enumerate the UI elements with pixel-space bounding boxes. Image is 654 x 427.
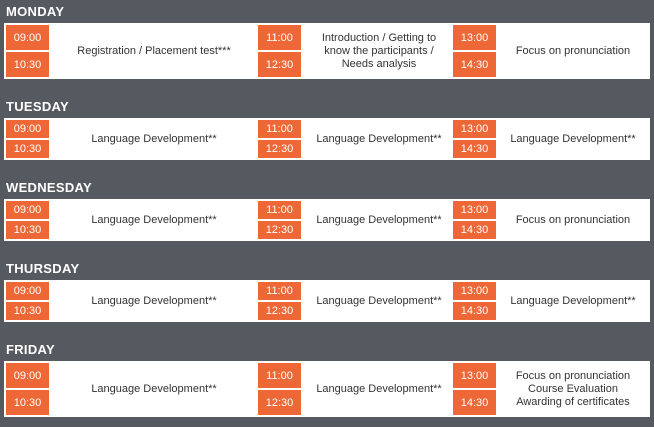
session-activity: Focus on pronunciation xyxy=(515,44,631,57)
session-time-block: 13:00 14:30 xyxy=(453,120,496,158)
session-activity: Focus on pronunciation Course Evaluation… xyxy=(515,369,631,408)
session-activity: Focus on pronunciation xyxy=(515,213,631,226)
session-start-time: 11:00 xyxy=(258,201,301,219)
session-end-time: 10:30 xyxy=(6,140,49,158)
session-start-time: 09:00 xyxy=(6,25,49,50)
session-start-time: 11:00 xyxy=(258,25,301,50)
session-end-time: 14:30 xyxy=(453,390,496,415)
session-activity: Language Development** xyxy=(316,132,442,145)
day-row-monday: 09:00 10:30 Registration / Placement test*… xyxy=(4,23,650,79)
day-title-friday: FRIDAY xyxy=(6,342,55,357)
session-start-time: 09:00 xyxy=(6,120,49,138)
session-activity: Language Development** xyxy=(510,132,636,145)
session-time-block: 13:00 14:30 xyxy=(453,363,496,415)
day-row-wednesday: 09:00 10:30 Language Development** 11:00 12:… xyxy=(4,199,650,241)
session-start-time: 13:00 xyxy=(453,201,496,219)
session-start-time: 13:00 xyxy=(453,363,496,388)
session-end-time: 14:30 xyxy=(453,302,496,320)
session-activity: Language Development** xyxy=(91,213,217,226)
session-end-time: 12:30 xyxy=(258,302,301,320)
weekly-schedule: MONDAY 09:00 10:30 Registration / Placement… xyxy=(0,0,654,427)
session-start-time: 09:00 xyxy=(6,201,49,219)
session-time-block: 11:00 12:30 xyxy=(258,120,301,158)
session-start-time: 11:00 xyxy=(258,282,301,300)
session-start-time: 09:00 xyxy=(6,363,49,388)
session-time-block: 09:00 10:30 xyxy=(6,363,49,415)
session-activity: Language Development** xyxy=(316,294,442,307)
session-end-time: 10:30 xyxy=(6,221,49,239)
session-start-time: 11:00 xyxy=(258,120,301,138)
session-activity: Registration / Placement test*** xyxy=(77,44,231,57)
session-time-block: 11:00 12:30 xyxy=(258,282,301,320)
session-end-time: 14:30 xyxy=(453,140,496,158)
session-start-time: 09:00 xyxy=(6,282,49,300)
session-end-time: 10:30 xyxy=(6,390,49,415)
session-time-block: 13:00 14:30 xyxy=(453,201,496,239)
session-time-block: 11:00 12:30 xyxy=(258,363,301,415)
session-time-block: 09:00 10:30 xyxy=(6,120,49,158)
session-end-time: 12:30 xyxy=(258,390,301,415)
session-time-block: 13:00 14:30 xyxy=(453,25,496,77)
session-end-time: 10:30 xyxy=(6,52,49,77)
session-activity: Language Development** xyxy=(510,294,636,307)
session-activity: Language Development** xyxy=(91,294,217,307)
session-start-time: 11:00 xyxy=(258,363,301,388)
session-end-time: 14:30 xyxy=(453,52,496,77)
session-activity: Introduction / Getting to know the parti… xyxy=(321,31,437,70)
session-end-time: 14:30 xyxy=(453,221,496,239)
day-title-thursday: THURSDAY xyxy=(6,261,80,276)
session-time-block: 11:00 12:30 xyxy=(258,201,301,239)
session-time-block: 11:00 12:30 xyxy=(258,25,301,77)
day-title-monday: MONDAY xyxy=(6,4,65,19)
day-row-tuesday: 09:00 10:30 Language Development** 11:00 12:… xyxy=(4,118,650,160)
session-end-time: 12:30 xyxy=(258,221,301,239)
session-end-time: 12:30 xyxy=(258,140,301,158)
session-time-block: 09:00 10:30 xyxy=(6,282,49,320)
session-start-time: 13:00 xyxy=(453,25,496,50)
day-row-thursday: 09:00 10:30 Language Development** 11:00 12:… xyxy=(4,280,650,322)
session-time-block: 13:00 14:30 xyxy=(453,282,496,320)
session-activity: Language Development** xyxy=(316,382,442,395)
session-start-time: 13:00 xyxy=(453,282,496,300)
session-activity: Language Development** xyxy=(316,213,442,226)
session-time-block: 09:00 10:30 xyxy=(6,201,49,239)
session-time-block: 09:00 10:30 xyxy=(6,25,49,77)
session-activity: Language Development** xyxy=(91,132,217,145)
session-end-time: 12:30 xyxy=(258,52,301,77)
day-title-tuesday: TUESDAY xyxy=(6,99,70,114)
session-start-time: 13:00 xyxy=(453,120,496,138)
session-end-time: 10:30 xyxy=(6,302,49,320)
day-title-wednesday: WEDNESDAY xyxy=(6,180,93,195)
day-row-friday: 09:00 10:30 Language Development** 11:00 12:… xyxy=(4,361,650,417)
session-activity: Language Development** xyxy=(91,382,217,395)
